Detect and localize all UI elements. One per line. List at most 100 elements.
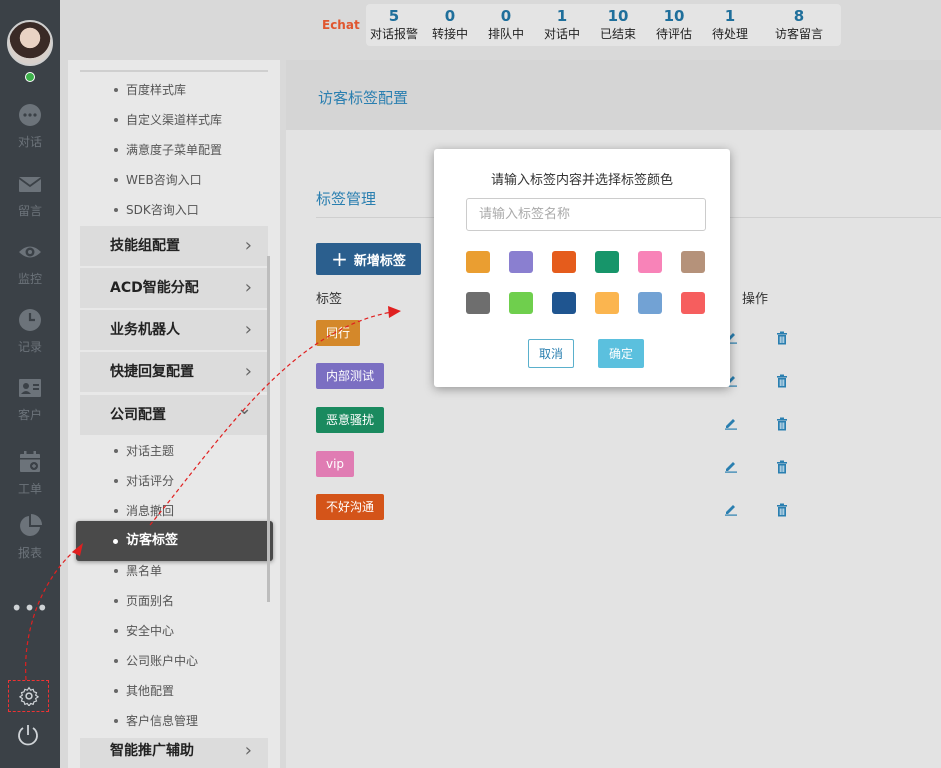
rail-label: 记录 (17, 340, 42, 354)
color-swatch[interactable] (595, 292, 619, 314)
edit-icon[interactable] (724, 502, 738, 516)
menu-item[interactable]: 其他配置 (80, 676, 268, 706)
tag-chip: 不好沟通 (316, 494, 385, 520)
menu-item[interactable]: 满意度子菜单配置 (80, 135, 268, 165)
color-swatch[interactable] (509, 251, 533, 273)
menu-group-promotion[interactable]: 智能推广辅助 › (80, 738, 268, 768)
color-swatch[interactable] (638, 251, 662, 273)
add-tag-dialog: 请输入标签内容并选择标签颜色 取消 确定 (434, 149, 730, 387)
menu-item[interactable]: 对话主题 (80, 436, 268, 466)
menu-item[interactable]: 公司账户中心 (80, 646, 268, 676)
trash-icon[interactable] (775, 460, 789, 474)
menu-group-quick-reply[interactable]: 快捷回复配置 › (80, 352, 268, 392)
page-title: 访客标签配置 (318, 89, 409, 107)
chevron-right-icon: › (244, 740, 252, 761)
chevron-right-icon: › (244, 319, 252, 340)
trash-icon[interactable] (775, 417, 789, 431)
menu-item[interactable]: 页面别名 (80, 586, 268, 616)
add-tag-button[interactable]: + 新增标签 (316, 243, 421, 275)
tag-chip: vip (316, 451, 355, 477)
contact-card-icon (19, 379, 41, 397)
chevron-down-icon: ⌄ (236, 398, 252, 419)
color-swatch[interactable] (681, 292, 705, 314)
menu-item[interactable]: 黑名单 (80, 556, 268, 586)
rail-item-ticket[interactable]: 工单 (0, 450, 60, 510)
rail-item-monitor[interactable]: 监控 (0, 240, 60, 300)
rail-label: 客户 (17, 408, 42, 422)
rail-item-report[interactable]: 报表 (0, 514, 60, 574)
stat-to-handle[interactable]: 1 待处理 (702, 4, 758, 46)
stat-queuing[interactable]: 0 排队中 (478, 4, 534, 46)
stat-transferring[interactable]: 0 转接中 (422, 4, 478, 46)
pie-chart-icon (20, 514, 42, 536)
trash-icon[interactable] (775, 503, 789, 517)
rail-item-message[interactable]: 留言 (0, 172, 60, 232)
menu-item[interactable]: WEB咨询入口 (80, 165, 268, 195)
chevron-right-icon: › (244, 235, 252, 256)
menu-group-acd[interactable]: ACD智能分配 › (80, 268, 268, 308)
menu-item-active-visitor-tag[interactable]: 访客标签 (76, 521, 273, 561)
top-bar: Echat 5 对话报警 0 转接中 0 排队中 1 对话中 10 已结束 10 待评估 1… (60, 0, 941, 50)
menu-group-skill[interactable]: 技能组配置 › (80, 226, 268, 266)
settings-button[interactable] (8, 680, 49, 712)
trash-icon[interactable] (775, 374, 789, 388)
menu-item[interactable]: 客户信息管理 (80, 706, 268, 736)
rail-label: 对话 (17, 135, 42, 149)
section-title: 标签管理 (316, 190, 377, 208)
rail-label: 留言 (17, 204, 42, 218)
more-icon[interactable]: ••• (0, 596, 60, 620)
color-swatch[interactable] (466, 292, 490, 314)
stat-alarm[interactable]: 5 对话报警 (366, 4, 422, 46)
chat-icon (19, 104, 41, 126)
menu-group-company[interactable]: 公司配置 ⌄ (80, 395, 268, 435)
color-swatch[interactable] (552, 292, 576, 314)
color-swatch[interactable] (595, 251, 619, 273)
menu-item[interactable]: SDK咨询入口 (80, 195, 268, 225)
stat-to-evaluate[interactable]: 10 待评估 (646, 4, 702, 46)
stat-ended[interactable]: 10 已结束 (590, 4, 646, 46)
tag-chip: 恶意骚扰 (316, 407, 385, 433)
rail-label: 工单 (17, 482, 42, 496)
menu-item[interactable]: 安全中心 (80, 616, 268, 646)
calendar-icon (20, 451, 40, 472)
trash-icon[interactable] (775, 331, 789, 345)
menu-scrollbar[interactable] (267, 256, 270, 602)
stat-visitor-message[interactable]: 8 访客留言 (758, 4, 840, 46)
dialog-title: 请输入标签内容并选择标签颜色 (490, 173, 673, 188)
edit-icon[interactable] (724, 416, 738, 430)
tag-name-input[interactable] (466, 198, 706, 231)
color-swatch[interactable] (638, 292, 662, 314)
color-swatch[interactable] (681, 251, 705, 273)
page-header: 访客标签配置 (286, 60, 941, 130)
online-status-icon (25, 72, 35, 82)
rail-label: 监控 (17, 272, 42, 286)
menu-item[interactable]: 自定义渠道样式库 (80, 105, 268, 135)
mail-icon (18, 177, 42, 192)
logo: Echat (322, 18, 360, 32)
rail-label: 报表 (17, 546, 42, 560)
menu-item[interactable]: 对话评分 (80, 466, 268, 496)
clock-icon (19, 309, 41, 331)
color-swatch[interactable] (552, 251, 576, 273)
color-swatch[interactable] (466, 251, 490, 273)
menu-item[interactable]: 百度样式库 (80, 75, 268, 105)
rail-item-chat[interactable]: 对话 (0, 103, 60, 163)
cancel-button[interactable]: 取消 (528, 339, 574, 368)
left-rail: 对话 留言 监控 记录 客户 工单 报表 ••• (0, 0, 60, 768)
column-header-tag: 标签 (316, 292, 343, 307)
confirm-button[interactable]: 确定 (598, 339, 644, 368)
chevron-right-icon: › (244, 361, 252, 382)
edit-icon[interactable] (724, 459, 738, 473)
power-icon[interactable] (16, 723, 40, 747)
stat-in-chat[interactable]: 1 对话中 (534, 4, 590, 46)
color-swatch[interactable] (509, 292, 533, 314)
rail-item-record[interactable]: 记录 (0, 308, 60, 368)
tag-chip: 同行 (316, 320, 361, 346)
menu-divider (80, 70, 268, 72)
settings-menu: 百度样式库 自定义渠道样式库 满意度子菜单配置 WEB咨询入口 SDK咨询入口 … (68, 60, 280, 768)
menu-group-robot[interactable]: 业务机器人 › (80, 310, 268, 350)
eye-icon (19, 246, 41, 258)
avatar[interactable] (7, 20, 53, 66)
rail-item-customer[interactable]: 客户 (0, 376, 60, 436)
chevron-right-icon: › (244, 277, 252, 298)
